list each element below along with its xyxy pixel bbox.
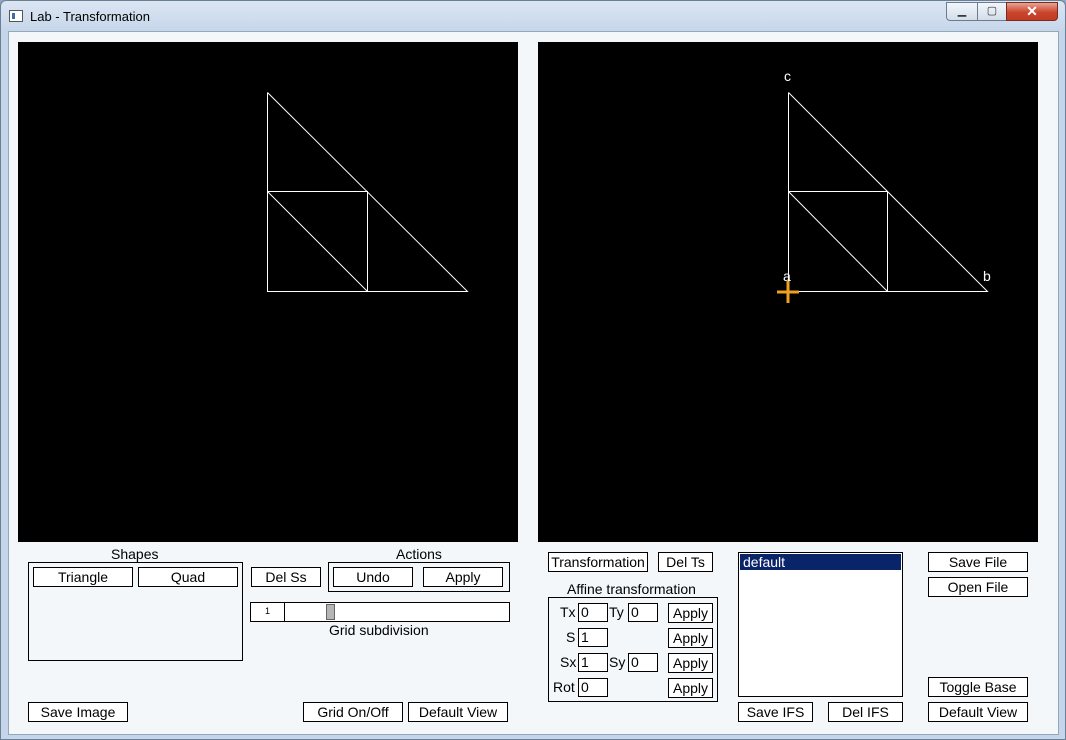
- s-input[interactable]: 1: [578, 628, 608, 647]
- save-file-button[interactable]: Save File: [928, 552, 1028, 572]
- quad-button[interactable]: Quad: [138, 567, 238, 587]
- rot-label: Rot: [553, 679, 575, 695]
- title-bar[interactable]: Lab - Transformation ▁ ▢ ✕: [1, 1, 1065, 33]
- inner-diagonal: [788, 191, 888, 292]
- sy-label: Sy: [609, 654, 626, 670]
- default-view-left-button[interactable]: Default View: [408, 702, 508, 722]
- window-title: Lab - Transformation: [30, 9, 150, 24]
- apply-scale-button[interactable]: Apply: [668, 628, 713, 648]
- transformation-button[interactable]: Transformation: [548, 552, 648, 572]
- del-ts-button[interactable]: Del Ts: [658, 552, 713, 572]
- vertex-label-b: b: [983, 268, 991, 284]
- ifs-listbox[interactable]: default: [738, 552, 903, 697]
- ty-label: Ty: [609, 604, 624, 620]
- grid-subdivision-slider[interactable]: 1: [250, 602, 510, 622]
- shapes-title: Shapes: [111, 546, 159, 562]
- save-image-button[interactable]: Save Image: [28, 702, 128, 722]
- sx-input[interactable]: 1: [578, 653, 608, 672]
- close-button[interactable]: ✕: [1006, 2, 1058, 21]
- grid-subdivision-label: Grid subdivision: [329, 622, 429, 638]
- grid-subdivision-value: 1: [251, 603, 285, 621]
- del-ifs-button[interactable]: Del IFS: [828, 702, 903, 722]
- left-canvas[interactable]: [18, 42, 518, 542]
- apply-scale-xy-button[interactable]: Apply: [668, 653, 713, 673]
- ifs-list-item[interactable]: default: [740, 554, 901, 570]
- sy-input[interactable]: 0: [628, 653, 658, 672]
- maximize-button[interactable]: ▢: [977, 2, 1007, 21]
- affine-transformation-title: Affine transformation: [567, 581, 696, 597]
- minimize-button[interactable]: ▁: [946, 2, 978, 21]
- default-view-right-button[interactable]: Default View: [928, 702, 1028, 722]
- del-ss-button[interactable]: Del Ss: [251, 567, 321, 587]
- rot-input[interactable]: 0: [578, 678, 608, 697]
- tx-label: Tx: [560, 604, 576, 620]
- grid-toggle-button[interactable]: Grid On/Off: [303, 702, 403, 722]
- apply-rotation-button[interactable]: Apply: [668, 678, 713, 698]
- vertex-label-c: c: [784, 68, 791, 84]
- tx-input[interactable]: 0: [578, 603, 608, 622]
- crosshair-cursor-icon[interactable]: [777, 281, 799, 303]
- left-canvas-drawing: [267, 92, 469, 292]
- apply-actions-button[interactable]: Apply: [423, 567, 503, 587]
- triangle-button[interactable]: Triangle: [33, 567, 133, 587]
- inner-diagonal: [267, 191, 368, 292]
- sx-label: Sx: [560, 654, 577, 670]
- undo-button[interactable]: Undo: [333, 567, 413, 587]
- toggle-base-button[interactable]: Toggle Base: [928, 677, 1028, 697]
- s-label: S: [566, 629, 576, 645]
- app-icon: [9, 10, 23, 22]
- actions-title: Actions: [396, 546, 442, 562]
- right-canvas[interactable]: c a b: [538, 42, 1038, 542]
- open-file-button[interactable]: Open File: [928, 577, 1028, 597]
- slider-thumb[interactable]: [325, 604, 335, 620]
- right-canvas-drawing: c a b: [777, 68, 991, 303]
- apply-translate-button[interactable]: Apply: [668, 603, 713, 623]
- save-ifs-button[interactable]: Save IFS: [738, 702, 813, 722]
- ty-input[interactable]: 0: [628, 603, 658, 622]
